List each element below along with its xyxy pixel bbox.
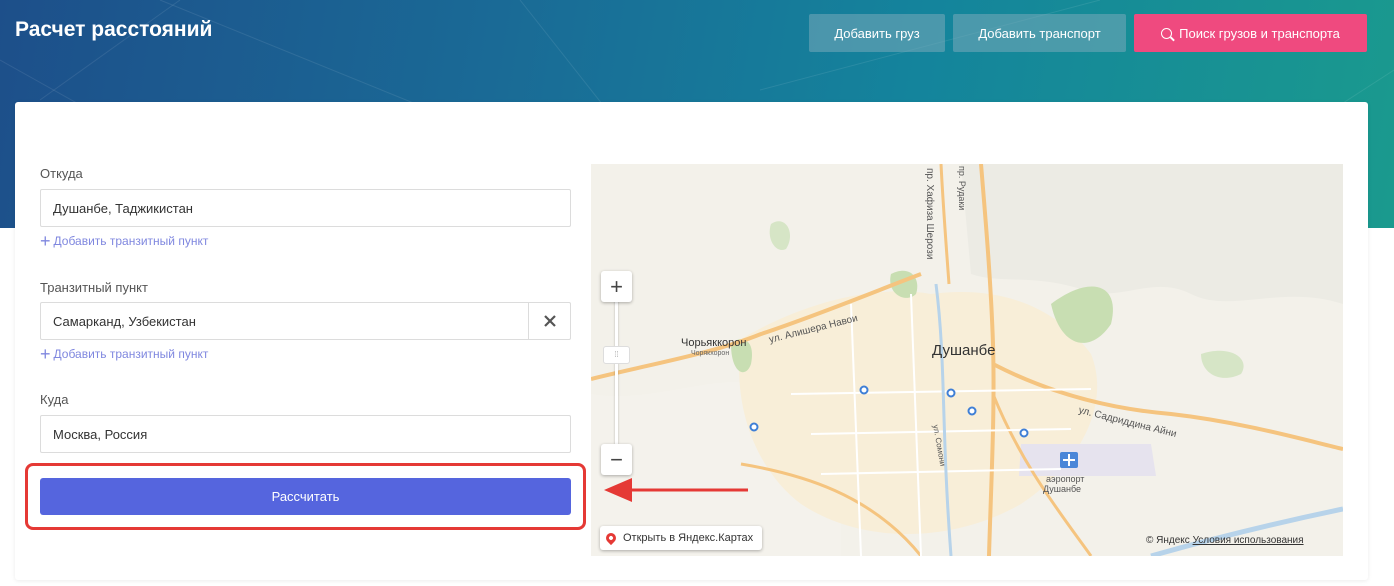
search-cargo-transport-button[interactable]: Поиск грузов и транспорта — [1134, 14, 1367, 52]
plus-icon: + — [40, 344, 51, 364]
plus-icon: + — [40, 231, 51, 251]
yandex-map[interactable] — [591, 164, 1343, 556]
highlight-frame — [25, 463, 586, 530]
map-airport-label: аэропорт — [1046, 474, 1085, 484]
close-icon — [543, 315, 556, 327]
add-transit-link-1[interactable]: + Добавить транзитный пункт — [40, 231, 209, 251]
zoom-slider-handle[interactable]: ⁞⁞ — [603, 346, 630, 364]
page-title: Расчет расстояний — [15, 18, 213, 41]
from-label: Откуда — [40, 166, 83, 181]
map-city-label: Душанбе — [932, 342, 996, 359]
search-icon — [1161, 27, 1173, 39]
add-transit-link-2[interactable]: + Добавить транзитный пункт — [40, 344, 209, 364]
map-suburb-label: Чорьяккорон — [681, 337, 747, 349]
map-airport-label-2: Душанбе — [1043, 484, 1082, 494]
copyright-text: © Яндекс — [1146, 535, 1190, 546]
map-street-rudaki: пр. Рудаки — [957, 166, 967, 211]
zoom-out-button[interactable]: − — [601, 444, 632, 475]
zoom-in-button[interactable]: + — [601, 271, 632, 302]
add-transport-button[interactable]: Добавить транспорт — [953, 14, 1126, 52]
to-label: Куда — [40, 392, 69, 407]
from-input[interactable]: Душанбе, Таджикистан — [40, 189, 571, 227]
map-pin-icon — [603, 530, 619, 546]
transit-value: Самарканд, Узбекистан — [53, 313, 196, 329]
zoom-slider-track[interactable] — [615, 299, 618, 445]
to-input[interactable]: Москва, Россия — [40, 415, 571, 453]
transit-input[interactable]: Самарканд, Узбекистан — [40, 302, 571, 340]
search-button-label: Поиск грузов и транспорта — [1179, 25, 1340, 41]
map-street-shirozi: пр. Хафиза Шерози — [924, 168, 935, 260]
map-canvas — [591, 164, 1343, 556]
map-suburb-small-label: Чорякхорон — [691, 350, 730, 357]
add-transit-label: Добавить транзитный пункт — [53, 234, 209, 248]
map-copyright: © Яндекс Условия использования — [1146, 535, 1304, 546]
add-cargo-button[interactable]: Добавить груз — [809, 14, 945, 52]
clear-transit-button[interactable] — [528, 303, 570, 339]
add-transit-label: Добавить транзитный пункт — [53, 347, 209, 361]
open-in-yandex-maps-button[interactable]: Открыть в Яндекс.Картах — [600, 526, 763, 550]
open-in-yandex-label: Открыть в Яндекс.Картах — [623, 532, 754, 544]
transit-label: Транзитный пункт — [40, 280, 148, 295]
terms-link[interactable]: Условия использования — [1193, 535, 1304, 546]
